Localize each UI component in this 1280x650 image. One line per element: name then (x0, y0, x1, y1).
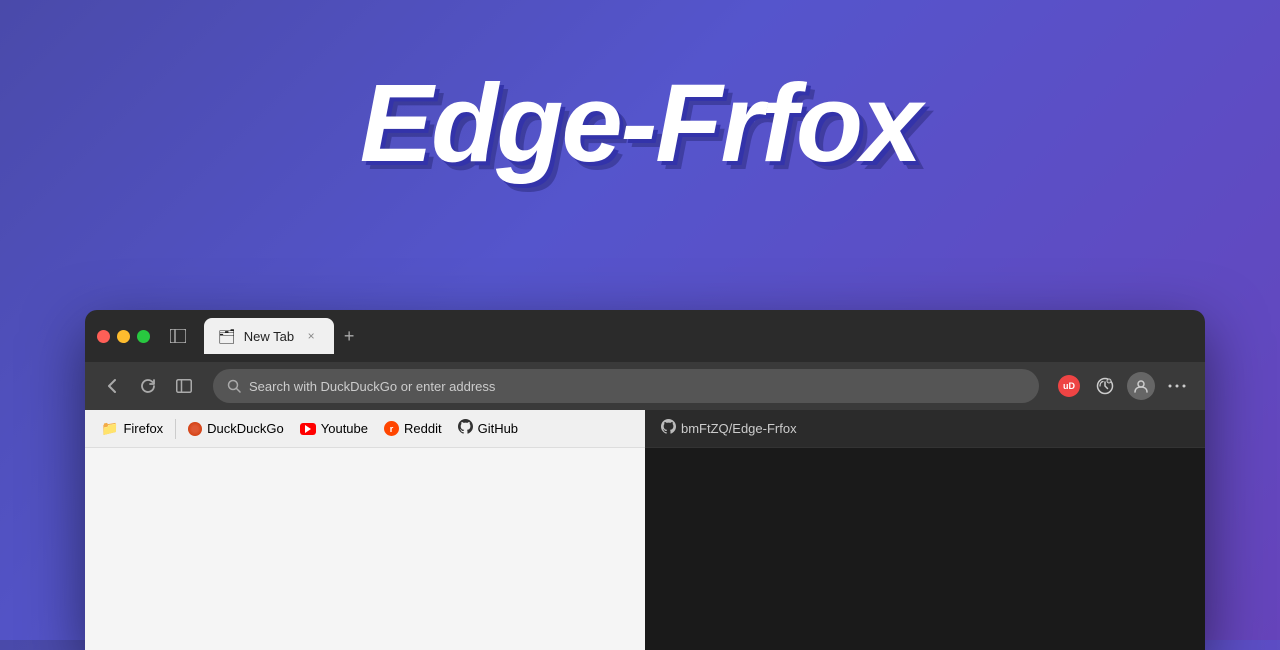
bookmark-reddit[interactable]: r Reddit (376, 418, 450, 439)
address-text: Search with DuckDuckGo or enter address (249, 379, 495, 394)
duckduckgo-icon (188, 422, 202, 436)
bookmarks-light: 📁 Firefox DuckDuckGo Youtube r Reddit (85, 410, 645, 448)
bookmark-duckduckgo[interactable]: DuckDuckGo (180, 418, 292, 439)
address-bar[interactable]: Search with DuckDuckGo or enter address (213, 369, 1039, 403)
youtube-icon (300, 423, 316, 435)
bookmark-edge-frfox-label: bmFtZQ/Edge-Frfox (681, 421, 797, 436)
profile-button[interactable] (1125, 370, 1157, 402)
back-button[interactable] (97, 371, 127, 401)
hero-title: Edge-Frfox (0, 60, 1280, 187)
content-light (85, 448, 645, 650)
content-area (85, 448, 1205, 650)
tab-close-button[interactable]: × (302, 327, 320, 345)
browser-window: 🗂 New Tab × + (85, 310, 1205, 650)
extensions-button[interactable] (1089, 370, 1121, 402)
close-button[interactable] (97, 330, 110, 343)
active-tab[interactable]: 🗂 New Tab × (204, 318, 334, 354)
bookmark-reddit-label: Reddit (404, 421, 442, 436)
bookmarks-dark: bmFtZQ/Edge-Frfox (645, 410, 1205, 448)
search-icon (227, 379, 241, 393)
sidebar-toggle-button[interactable] (169, 371, 199, 401)
tab-favicon: 🗂 (218, 328, 236, 345)
hero-section: Edge-Frfox (0, 0, 1280, 187)
github-icon (458, 419, 473, 438)
sidebar-panel-button[interactable] (164, 322, 192, 350)
ublock-icon: uD (1058, 375, 1080, 397)
avatar (1127, 372, 1155, 400)
bookmark-firefox-label: Firefox (123, 421, 163, 436)
tab-label: New Tab (244, 329, 294, 344)
separator-1 (175, 419, 176, 439)
bookmark-edge-frfox[interactable]: bmFtZQ/Edge-Frfox (653, 416, 805, 441)
reddit-icon: r (384, 421, 399, 436)
bookmark-github[interactable]: GitHub (450, 416, 526, 441)
content-dark (645, 448, 1205, 650)
github-dark-icon (661, 419, 676, 438)
firefox-icon: 📁 (101, 420, 118, 437)
bookmarks-bar: 📁 Firefox DuckDuckGo Youtube r Reddit (85, 410, 1205, 448)
traffic-lights (97, 330, 150, 343)
tab-bar: 🗂 New Tab × + (204, 318, 1193, 354)
bookmark-firefox[interactable]: 📁 Firefox (93, 417, 171, 440)
refresh-button[interactable] (133, 371, 163, 401)
toolbar: Search with DuckDuckGo or enter address … (85, 362, 1205, 410)
new-tab-button[interactable]: + (334, 321, 364, 351)
maximize-button[interactable] (137, 330, 150, 343)
toolbar-right: uD (1053, 370, 1193, 402)
bookmark-youtube-label: Youtube (321, 421, 368, 436)
minimize-button[interactable] (117, 330, 130, 343)
bookmark-github-label: GitHub (478, 421, 518, 436)
bookmark-duckduckgo-label: DuckDuckGo (207, 421, 284, 436)
title-bar: 🗂 New Tab × + (85, 310, 1205, 362)
bookmark-youtube[interactable]: Youtube (292, 418, 376, 439)
ublock-button[interactable]: uD (1053, 370, 1085, 402)
more-options-button[interactable] (1161, 370, 1193, 402)
